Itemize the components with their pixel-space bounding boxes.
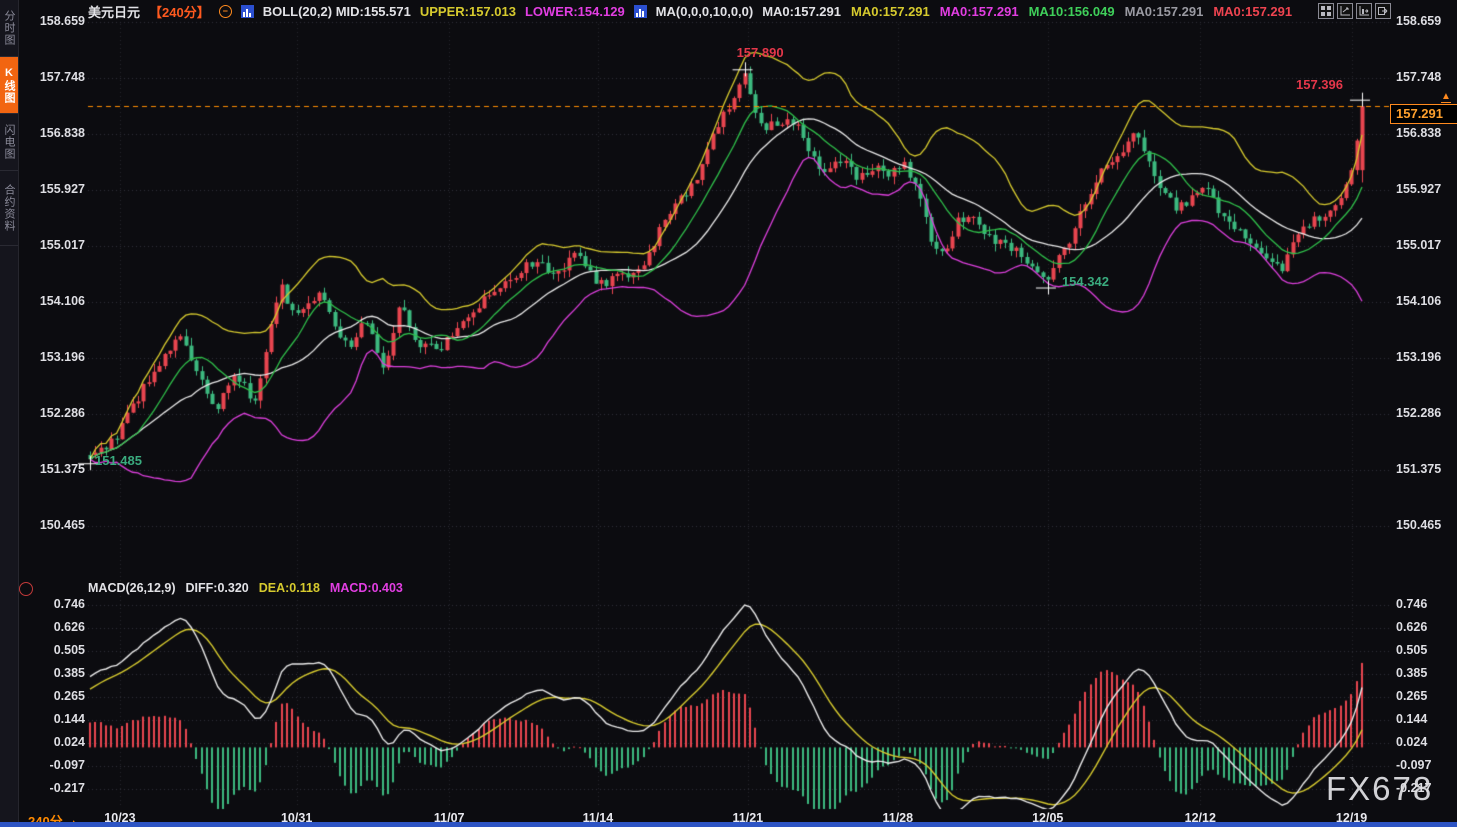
left-axis-label: 158.659 [33,14,85,28]
left-axis-label: -0.097 [33,758,85,772]
right-axis-scale-icon[interactable] [1356,3,1372,19]
latest-price-marker up-triangle-icon[interactable]: ▲ [1441,91,1451,103]
right-axis-label: 155.927 [1396,182,1441,196]
mini-candlestick-icon[interactable] [241,5,254,18]
price-annotation: 154.342 [1062,274,1109,289]
sidebar: 分时图 K线图 闪电图 合约资料 [0,0,19,827]
left-axis-label: 152.286 [33,406,85,420]
tab-label: 合约资料 [1,184,17,232]
ma-value: MA0:157.291 [940,4,1019,19]
current-price-box: 157.291 [1390,104,1457,124]
left-axis-label: 0.626 [33,620,85,634]
left-axis-label: 0.265 [33,689,85,703]
macd-macd: MACD:0.403 [330,581,403,595]
price-annotation: 157.890 [737,45,784,60]
ma-value: MA0:157.291 [1213,4,1292,19]
tab-label: 分时图 [1,10,17,46]
ma-value: MA0:157.291 [762,4,841,19]
price-annotation: 157.396 [1296,77,1343,92]
macd-settings-icon[interactable] [19,582,33,596]
right-axis-label: 158.659 [1396,14,1441,28]
ma-value: MA0:157.291 [1125,4,1204,19]
left-axis-label: 151.375 [33,462,85,476]
right-axis-label: 0.385 [1396,666,1427,680]
macd-label: MACD(26,12,9) [88,581,176,595]
left-axis-label: 0.144 [33,712,85,726]
left-axis-label: 153.196 [33,350,85,364]
chart-toolbar [1318,3,1391,19]
period-tag[interactable]: 【240分】 [149,2,210,21]
left-axis-label: 0.746 [33,597,85,611]
right-axis-label: 150.465 [1396,518,1441,532]
macd-diff: DIFF:0.320 [186,581,249,595]
chart-header: 美元日元 【240分】 − BOLL(20,2) MID:155.571 UPP… [88,0,1292,22]
tab-label: K线图 [1,67,17,104]
left-axis-label: 0.505 [33,643,85,657]
left-axis-label: 157.748 [33,70,85,84]
boll-lower: LOWER:154.129 [525,4,625,19]
ma-value: MA10:156.049 [1029,4,1115,19]
right-axis-label: 153.196 [1396,350,1441,364]
right-axis-label: 0.144 [1396,712,1427,726]
boll-upper: UPPER:157.013 [420,4,516,19]
minus-circle-icon[interactable]: − [219,5,232,18]
time-axis: 240分▲ 10/2310/3111/0711/1411/2111/2812/0… [0,809,1457,822]
chart-window: 分时图 K线图 闪电图 合约资料 美元日元 【240分】 − BOLL(20,2… [0,0,1457,827]
right-axis-label: 0.265 [1396,689,1427,703]
sidebar-tab-lightning-chart[interactable]: 闪电图 [0,114,18,171]
bottom-scrollbar[interactable] [0,822,1457,827]
right-axis-label: 0.626 [1396,620,1427,634]
symbol-title: 美元日元 [88,2,140,21]
left-axis-label: 154.106 [33,294,85,308]
right-axis-label: 156.838 [1396,126,1441,140]
left-axis-label: -0.217 [33,781,85,795]
right-axis-label: 152.286 [1396,406,1441,420]
macd-dea: DEA:0.118 [259,581,320,595]
left-axis-label: 150.465 [33,518,85,532]
left-axis-label: 155.927 [33,182,85,196]
ma-values: MA0:157.291 MA0:157.291 MA0:157.291 MA10:15… [762,4,1292,19]
right-axis-label: 0.746 [1396,597,1427,611]
sidebar-tab-contract-info[interactable]: 合约资料 [0,171,18,246]
boll-mid: MID:155.571 [336,4,411,19]
sidebar-tab-time-chart[interactable]: 分时图 [0,0,18,57]
chart-canvas[interactable] [0,0,1457,827]
boll-label: BOLL(20,2) MID:155.571 [263,4,411,19]
macd-header: MACD(26,12,9) DIFF:0.320 DEA:0.118 MACD:… [88,581,403,595]
left-axis-label: 0.024 [33,735,85,749]
left-axis-label: 155.017 [33,238,85,252]
ma-value: MA0:157.291 [851,4,930,19]
right-axis-label: 154.106 [1396,294,1441,308]
right-axis-label: 151.375 [1396,462,1441,476]
right-axis-label: 0.505 [1396,643,1427,657]
right-axis-label: 155.017 [1396,238,1441,252]
ma-label: MA(0,0,0,10,0,0) [656,4,754,19]
right-axis-label: 157.748 [1396,70,1441,84]
sidebar-tab-candle-chart[interactable]: K线图 [0,57,18,114]
mini-candlestick-icon[interactable] [634,5,647,18]
price-annotation: 151.485 [95,453,142,468]
expand-pane-icon[interactable] [1375,3,1391,19]
split-grid-icon[interactable] [1318,3,1334,19]
watermark: FX678 [1326,770,1433,808]
left-axis-label: 156.838 [33,126,85,140]
right-axis-label: 0.024 [1396,735,1427,749]
left-axis-scale-icon[interactable] [1337,3,1353,19]
left-axis-label: 0.385 [33,666,85,680]
tab-label: 闪电图 [1,124,17,160]
